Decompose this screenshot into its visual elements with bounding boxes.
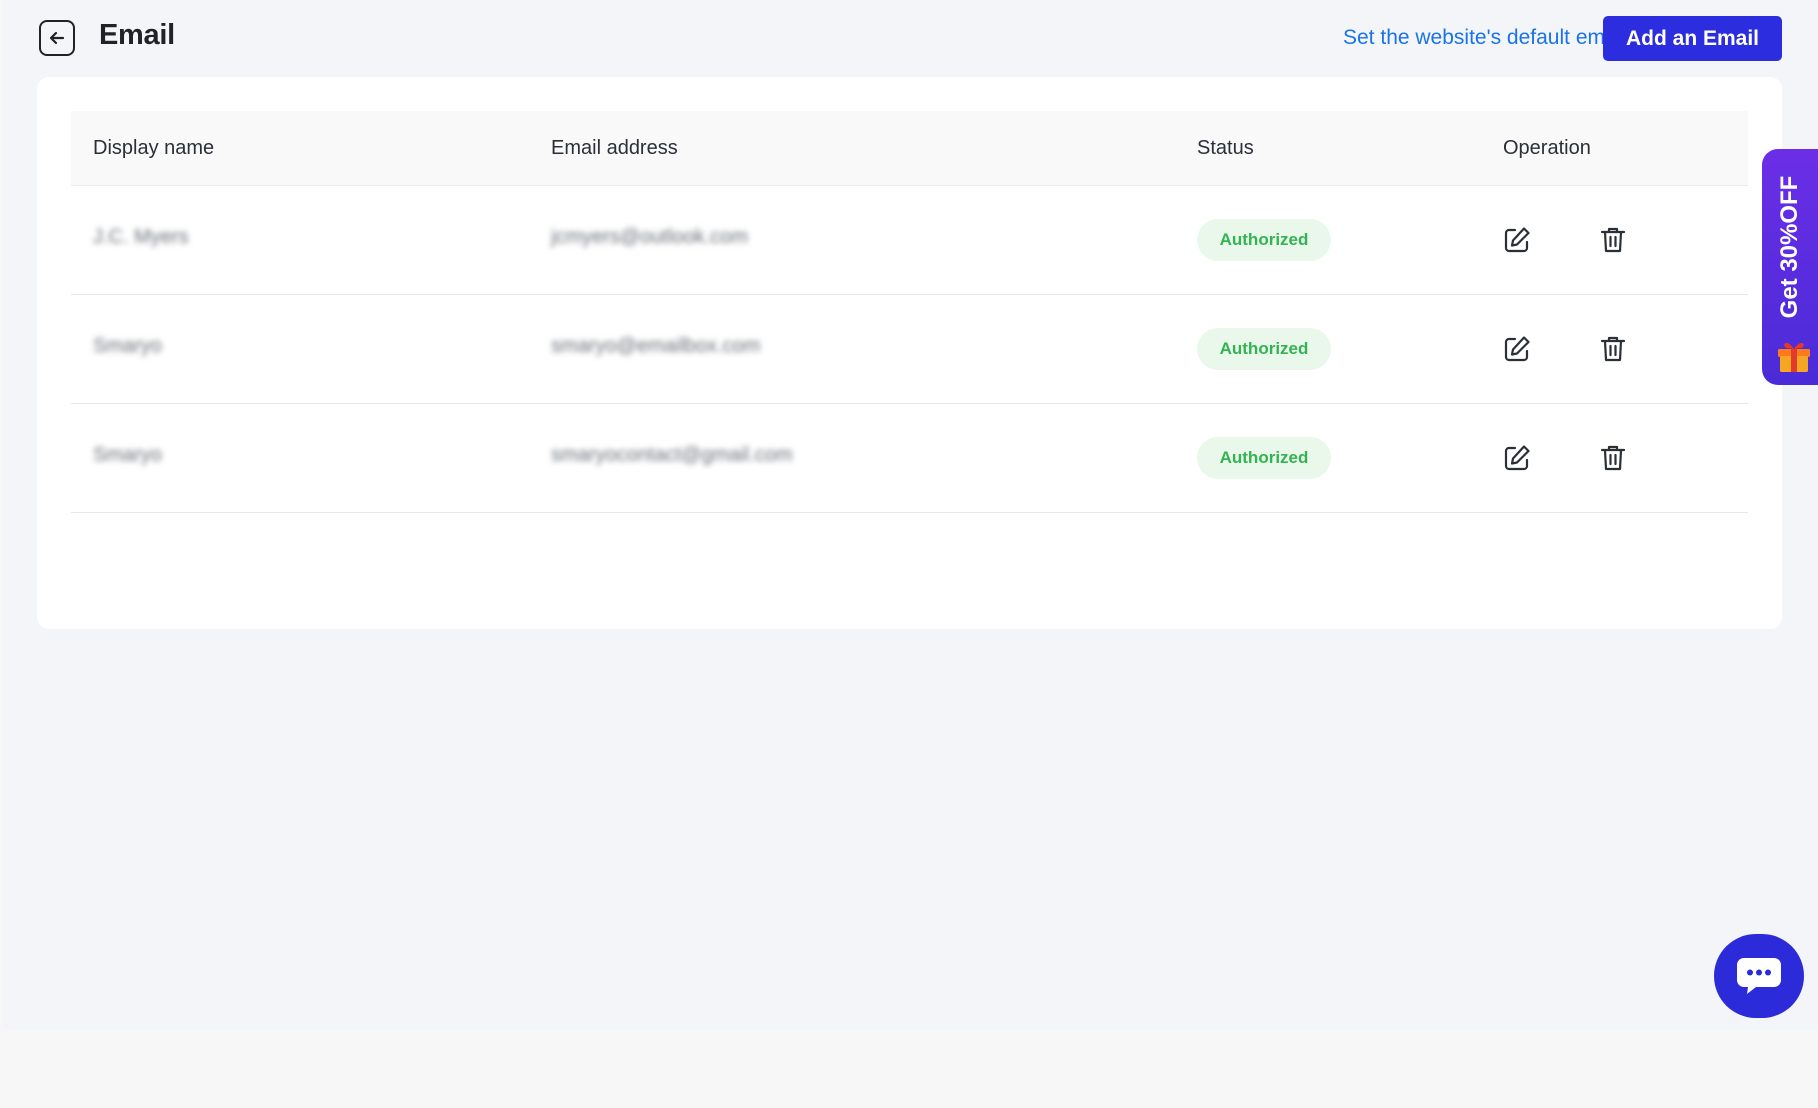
status-badge: Authorized: [1197, 437, 1331, 479]
trash-icon[interactable]: [1597, 224, 1629, 256]
status-badge: Authorized: [1197, 328, 1331, 370]
table-row: J.C. Myers jcmyers@outlook.com Authorize…: [71, 186, 1748, 295]
email-table: Display name Email address Status Operat…: [71, 111, 1748, 513]
trash-icon[interactable]: [1597, 442, 1629, 474]
promo-label: Get 30%OFF: [1776, 175, 1803, 319]
email-address-cell: smaryo@emailbox.com: [551, 335, 761, 357]
chat-support-button[interactable]: [1714, 934, 1804, 1018]
add-email-button[interactable]: Add an Email: [1603, 16, 1782, 61]
display-name-cell: J.C. Myers: [93, 226, 189, 248]
column-header-display-name: Display name: [93, 137, 215, 159]
display-name-cell: Smaryo: [93, 444, 162, 466]
table-row: Smaryo smaryo@emailbox.com Authorized: [71, 295, 1748, 404]
status-badge: Authorized: [1197, 219, 1331, 261]
email-address-cell: jcmyers@outlook.com: [551, 226, 749, 248]
table-header: Display name Email address Status Operat…: [71, 111, 1748, 186]
display-name-cell: Smaryo: [93, 335, 162, 357]
edit-icon[interactable]: [1501, 442, 1533, 474]
page-title: Email: [99, 19, 175, 51]
discount-promo-tab[interactable]: Get 30%OFF: [1762, 149, 1818, 385]
gift-icon: [1778, 342, 1810, 372]
set-default-email-link[interactable]: Set the website's default email: [1343, 26, 1626, 50]
column-header-operation: Operation: [1503, 137, 1591, 159]
edit-icon[interactable]: [1501, 333, 1533, 365]
arrow-left-icon: [49, 31, 65, 45]
column-header-email-address: Email address: [551, 137, 678, 159]
chat-bubble-icon: [1737, 958, 1781, 994]
top-bar: Email Set the website's default email Ad…: [3, 0, 1818, 77]
email-address-cell: smaryocontact@gmail.com: [551, 444, 793, 466]
table-row: Smaryo smaryocontact@gmail.com Authorize…: [71, 404, 1748, 513]
app-container: Email Set the website's default email Ad…: [3, 0, 1818, 1030]
edit-icon[interactable]: [1501, 224, 1533, 256]
email-list-card: Display name Email address Status Operat…: [37, 77, 1782, 629]
trash-icon[interactable]: [1597, 333, 1629, 365]
back-button[interactable]: [39, 20, 75, 56]
column-header-status: Status: [1197, 137, 1254, 159]
